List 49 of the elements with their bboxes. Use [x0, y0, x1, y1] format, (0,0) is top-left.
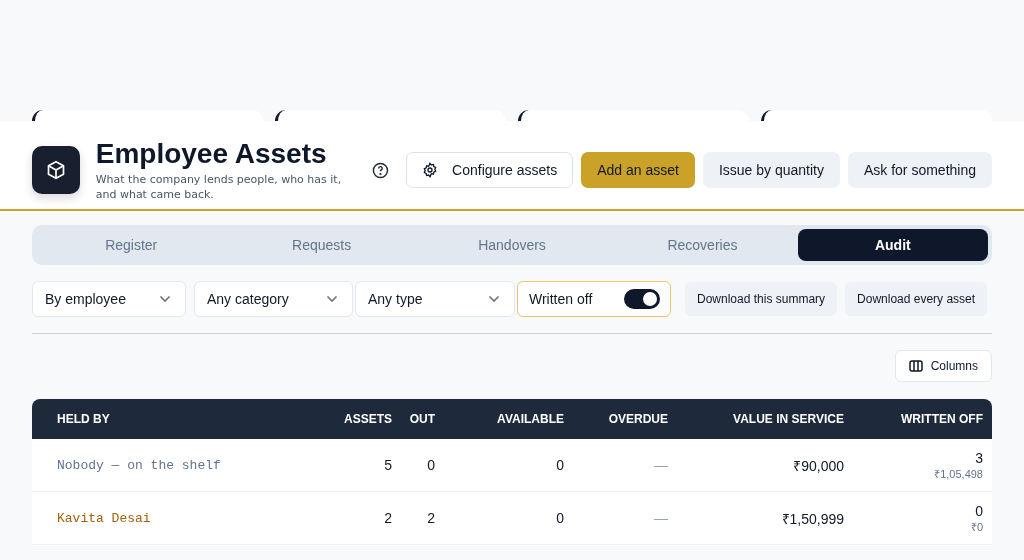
- page-title: Employee Assets: [95, 138, 328, 170]
- table-cell-text: 0: [555, 510, 564, 526]
- action-button[interactable]: Ask for something: [847, 152, 992, 188]
- table-cell-text: —: [653, 457, 668, 473]
- toggle-switch[interactable]: [624, 289, 660, 309]
- action-button[interactable]: Issue by quantity: [702, 152, 840, 188]
- column-header: OUT: [408, 412, 435, 426]
- table-cell-text: 0: [426, 457, 435, 473]
- columns-button[interactable]: Columns: [894, 350, 992, 382]
- column-header: ASSETS: [343, 412, 392, 426]
- tab[interactable]: Requests: [226, 229, 417, 261]
- columns-icon: [908, 360, 923, 372]
- tab[interactable]: Audit: [797, 229, 989, 261]
- filter-dropdown[interactable]: Any type: [355, 281, 515, 317]
- table-cell-text: ₹1,50,999: [780, 509, 844, 528]
- table-cell-text: ₹90,000: [792, 456, 844, 475]
- table-cell-text: —: [653, 510, 668, 526]
- chevron-icon: [488, 295, 500, 303]
- chevron-icon: [159, 295, 171, 303]
- filter-dropdown[interactable]: By employee: [32, 281, 186, 317]
- download-button[interactable]: Download every asset: [845, 282, 988, 316]
- download-button[interactable]: Download this summary: [685, 282, 838, 316]
- action-button[interactable]: Configure assets: [406, 152, 574, 188]
- filter-dropdown[interactable]: Any category: [194, 281, 353, 317]
- chevron-icon: [326, 295, 338, 303]
- table-cell-text: 0: [555, 457, 564, 473]
- action-button[interactable]: Add an asset: [581, 152, 695, 188]
- gear-icon: [422, 162, 439, 178]
- page-subtitle: What the company lends people, who has it, and what came back.: [95, 172, 343, 202]
- table-cell-text: 2: [383, 510, 392, 526]
- table-cell: 3: [975, 449, 983, 466]
- table-cell-text: Nobody — on the shelf: [57, 457, 222, 473]
- tab[interactable]: Handovers: [416, 229, 608, 261]
- table-cell-text: Kavita Desai: [57, 510, 152, 526]
- column-header: WRITTEN OFF: [900, 412, 983, 426]
- cube-logo-icon: [32, 146, 80, 194]
- table-cell-text: ₹1,05,498: [934, 466, 983, 481]
- column-header: HELD BY: [57, 412, 111, 426]
- help-icon[interactable]: [372, 161, 390, 179]
- tab[interactable]: Recoveries: [607, 229, 798, 261]
- column-header: AVAILABLE: [496, 412, 564, 426]
- toggle-label: Written off: [529, 291, 593, 307]
- table-cell-text: 5: [383, 457, 392, 473]
- table-cell-text: 2: [426, 510, 435, 526]
- tab[interactable]: Register: [36, 229, 227, 261]
- table-cell-text: ₹0: [970, 519, 983, 534]
- table-cell: 0: [975, 502, 983, 519]
- column-header: VALUE IN SERVICE: [732, 412, 844, 426]
- column-header: OVERDUE: [607, 412, 668, 426]
